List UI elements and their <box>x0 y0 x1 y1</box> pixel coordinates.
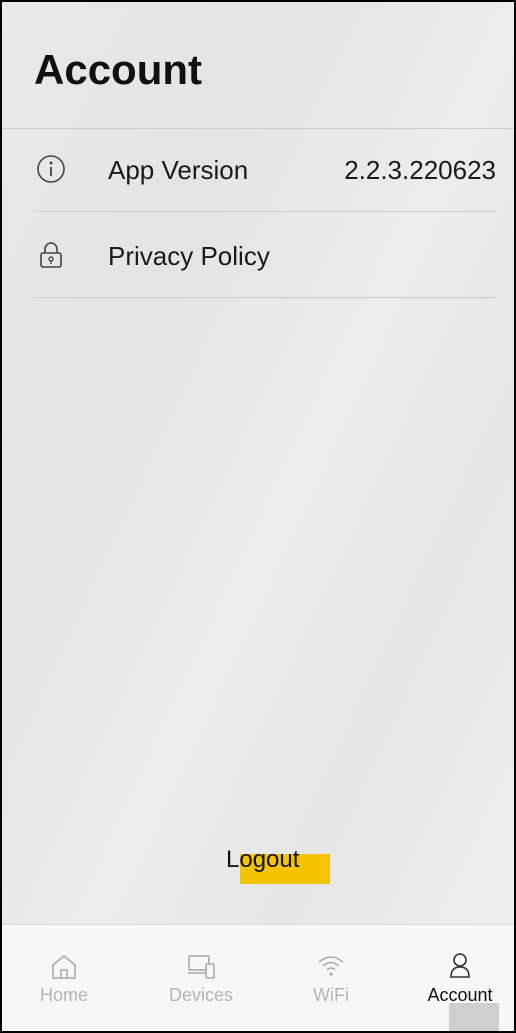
app-version-label: App Version <box>108 155 249 185</box>
info-icon <box>37 155 65 183</box>
privacy-policy-row[interactable]: Privacy Policy <box>34 214 496 298</box>
page-title: Account <box>34 46 202 93</box>
account-page: Account App Version 2.2.3.220623 Privacy… <box>2 2 514 924</box>
home-icon <box>52 954 76 979</box>
tab-home[interactable]: Home <box>14 939 114 1029</box>
tab-devices[interactable]: Devices <box>151 939 251 1029</box>
tab-wifi[interactable]: WiFi <box>281 939 381 1029</box>
app-version-value: 2.2.3.220623 <box>344 155 496 185</box>
person-icon <box>450 953 470 978</box>
bottom-tab-bar: Home Devices WiFi Account <box>2 924 514 1031</box>
tab-account[interactable]: Account <box>410 939 510 1029</box>
tab-wifi-label: WiFi <box>313 985 349 1005</box>
devices-icon <box>188 955 215 979</box>
privacy-policy-label: Privacy Policy <box>108 241 270 271</box>
tab-home-label: Home <box>39 985 88 1005</box>
app-screen: Account App Version 2.2.3.220623 Privacy… <box>0 0 516 1033</box>
lock-icon <box>40 242 62 268</box>
app-version-row: App Version 2.2.3.220623 <box>34 128 496 212</box>
logout-button[interactable]: Logout <box>226 846 299 874</box>
wifi-icon <box>318 956 344 976</box>
tab-account-label: Account <box>427 985 493 1005</box>
tab-devices-label: Devices <box>168 985 234 1005</box>
row-divider <box>34 297 496 298</box>
row-divider <box>34 211 496 212</box>
